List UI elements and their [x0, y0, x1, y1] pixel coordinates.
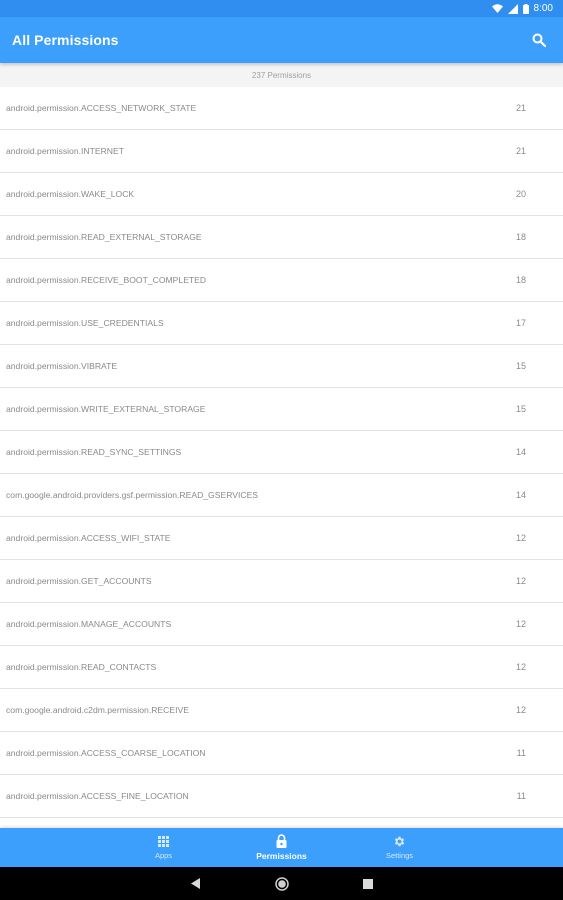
list-item[interactable]: android.permission.WRITE_EXTERNAL_STORAG… — [0, 388, 563, 431]
app-bar: All Permissions — [0, 17, 563, 63]
permission-app-count: 12 — [515, 705, 526, 715]
list-item[interactable]: android.permission.GET_ACCOUNTS 12 — [0, 560, 563, 603]
list-item[interactable]: com.google.android.providers.gsf.permiss… — [0, 474, 563, 517]
grid-icon — [158, 835, 169, 848]
list-item[interactable]: android.permission.USE_CREDENTIALS 17 — [0, 302, 563, 345]
status-time: 8:00 — [533, 3, 553, 14]
lock-icon — [276, 834, 287, 848]
permission-name: android.permission.READ_SYNC_SETTINGS — [6, 447, 182, 457]
home-icon[interactable] — [274, 876, 290, 892]
list-item[interactable]: android.permission.VIBRATE 15 — [0, 345, 563, 388]
bottom-navigation: Apps Permissions Settings — [0, 828, 563, 867]
list-item[interactable] — [0, 818, 563, 828]
permission-app-count: 12 — [515, 576, 526, 586]
list-item[interactable]: android.permission.READ_SYNC_SETTINGS 14 — [0, 431, 563, 474]
nav-tab-settings[interactable]: Settings — [341, 828, 459, 867]
permission-app-count: 12 — [515, 619, 526, 629]
permission-app-count: 12 — [515, 662, 526, 672]
system-navigation-bar — [0, 867, 563, 900]
permission-name: android.permission.VIBRATE — [6, 361, 118, 371]
permission-app-count: 20 — [515, 189, 526, 199]
permission-app-count: 17 — [515, 318, 526, 328]
signal-icon — [507, 3, 518, 14]
battery-icon — [522, 3, 529, 14]
permission-app-count: 14 — [515, 447, 526, 457]
list-item[interactable]: android.permission.ACCESS_WIFI_STATE 12 — [0, 517, 563, 560]
permission-name: com.google.android.c2dm.permission.RECEI… — [6, 705, 189, 715]
permission-app-count: 11 — [516, 791, 526, 801]
permission-app-count: 11 — [516, 748, 526, 758]
nav-label-apps: Apps — [154, 851, 173, 860]
permission-name: com.google.android.providers.gsf.permiss… — [6, 490, 259, 500]
list-item[interactable]: android.permission.RECEIVE_BOOT_COMPLETE… — [0, 259, 563, 302]
permission-name: android.permission.INTERNET — [6, 146, 124, 156]
nav-label-settings: Settings — [385, 851, 414, 860]
permission-app-count: 14 — [515, 490, 526, 500]
list-item[interactable]: android.permission.ACCESS_FINE_LOCATION … — [0, 775, 563, 818]
permission-name: android.permission.MANAGE_ACCOUNTS — [6, 619, 172, 629]
nav-tab-permissions[interactable]: Permissions — [223, 828, 341, 867]
page-title: All Permissions — [12, 32, 119, 48]
search-icon[interactable] — [529, 30, 549, 50]
permission-name: android.permission.READ_CONTACTS — [6, 662, 157, 672]
recents-icon[interactable] — [360, 876, 376, 892]
list-item[interactable]: android.permission.READ_CONTACTS 12 — [0, 646, 563, 689]
permission-name: android.permission.RECEIVE_BOOT_COMPLETE… — [6, 275, 207, 285]
permission-name: android.permission.WRITE_EXTERNAL_STORAG… — [6, 404, 206, 414]
list-item[interactable]: android.permission.INTERNET 21 — [0, 130, 563, 173]
list-item[interactable]: com.google.android.c2dm.permission.RECEI… — [0, 689, 563, 732]
list-item[interactable]: android.permission.MANAGE_ACCOUNTS 12 — [0, 603, 563, 646]
permission-name: android.permission.ACCESS_COARSE_LOCATIO… — [6, 748, 206, 758]
permission-app-count: 18 — [515, 232, 526, 242]
status-bar: 8:00 — [0, 0, 563, 17]
permissions-count: 237 Permissions — [251, 70, 312, 80]
nav-label-permissions: Permissions — [256, 850, 307, 861]
list-item[interactable]: android.permission.ACCESS_COARSE_LOCATIO… — [0, 732, 563, 775]
list-item[interactable]: android.permission.READ_EXTERNAL_STORAGE… — [0, 216, 563, 259]
permissions-count-header: 237 Permissions — [0, 63, 563, 87]
permissions-list[interactable]: android.permission.ACCESS_NETWORK_STATE … — [0, 87, 563, 828]
gear-icon — [393, 835, 406, 848]
list-item[interactable]: android.permission.WAKE_LOCK 20 — [0, 173, 563, 216]
permission-name: android.permission.ACCESS_FINE_LOCATION — [6, 791, 189, 801]
permission-app-count: 21 — [515, 146, 526, 156]
permission-app-count: 15 — [515, 404, 526, 414]
nav-tab-apps[interactable]: Apps — [105, 828, 223, 867]
permission-app-count: 21 — [515, 103, 526, 113]
permission-name: android.permission.WAKE_LOCK — [6, 189, 135, 199]
permission-app-count: 12 — [515, 533, 526, 543]
permission-name: android.permission.GET_ACCOUNTS — [6, 576, 152, 586]
permission-app-count: 15 — [515, 361, 526, 371]
back-icon[interactable] — [188, 876, 204, 892]
wifi-icon — [491, 4, 503, 13]
permission-name: android.permission.USE_CREDENTIALS — [6, 318, 164, 328]
list-item[interactable]: android.permission.ACCESS_NETWORK_STATE … — [0, 87, 563, 130]
permission-app-count: 18 — [515, 275, 526, 285]
permission-name: android.permission.ACCESS_NETWORK_STATE — [6, 103, 197, 113]
permission-name: android.permission.READ_EXTERNAL_STORAGE — [6, 232, 202, 242]
permission-name: android.permission.ACCESS_WIFI_STATE — [6, 533, 171, 543]
